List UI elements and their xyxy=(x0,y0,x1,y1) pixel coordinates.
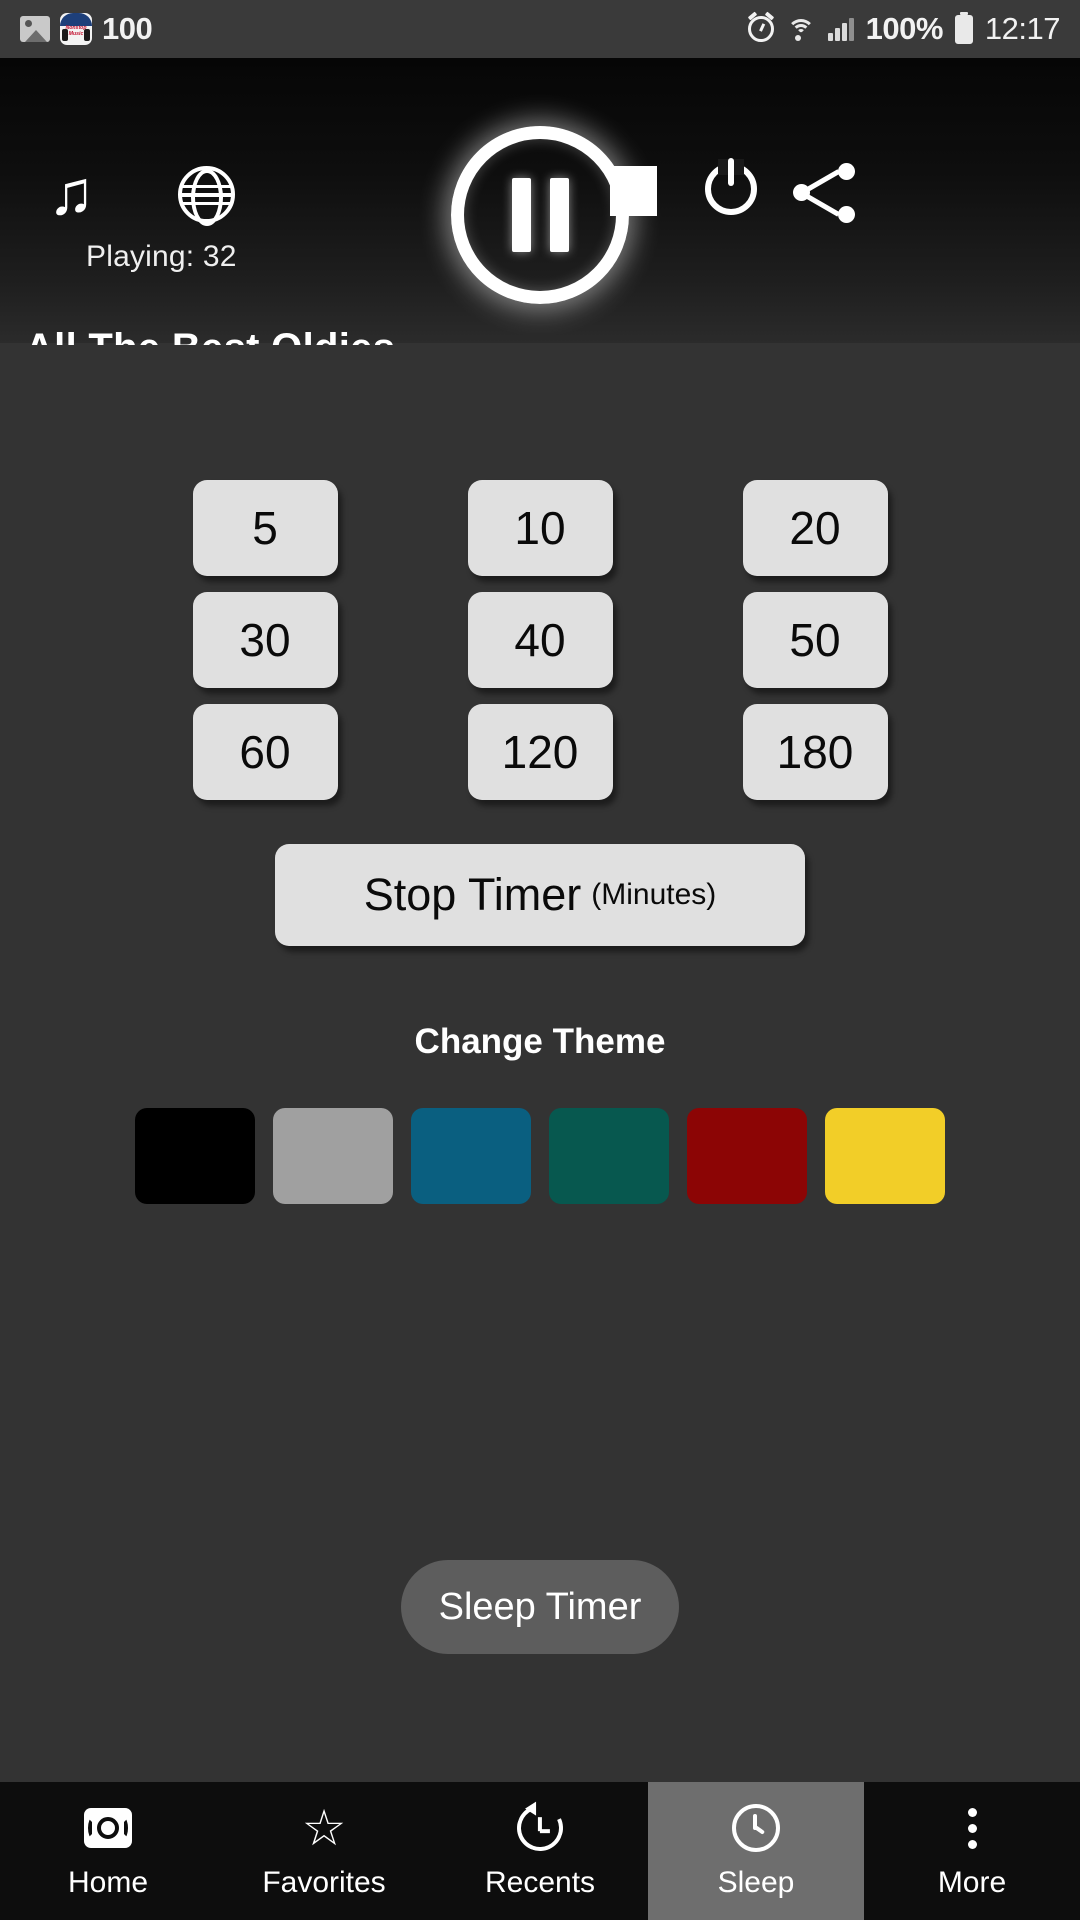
history-icon xyxy=(510,1798,570,1858)
theme-swatches xyxy=(0,1108,1080,1204)
nav-item-recents[interactable]: Recents xyxy=(432,1782,648,1920)
signal-bars-icon xyxy=(828,17,854,41)
theme-swatch-gray[interactable] xyxy=(273,1108,393,1204)
more-vertical-icon xyxy=(967,1802,977,1854)
wifi-icon xyxy=(786,17,816,41)
globe-icon[interactable] xyxy=(178,166,235,223)
battery-icon xyxy=(954,11,973,44)
battery-percent: 100% xyxy=(865,11,944,46)
alarm-icon xyxy=(748,16,775,42)
nav-item-sleep[interactable]: Sleep xyxy=(648,1782,864,1920)
nav-item-more[interactable]: More xyxy=(864,1782,1080,1920)
share-icon xyxy=(793,163,855,223)
nonstop-music-app-icon: Nonstop Music xyxy=(60,13,92,45)
sleep-timer-pill-button[interactable]: Sleep Timer xyxy=(401,1560,679,1654)
gallery-icon xyxy=(20,16,50,42)
app-icon-label-line2: Music xyxy=(68,30,84,37)
theme-swatch-blue[interactable] xyxy=(411,1108,531,1204)
timer-grid: 5 10 20 30 40 50 60 120 180 Stop Timer (… xyxy=(0,480,1080,1204)
stop-button[interactable] xyxy=(610,166,657,216)
radio-icon xyxy=(84,1802,132,1854)
star-icon: ☆ xyxy=(301,1800,347,1856)
app-icon-dome xyxy=(60,13,92,26)
notification-count: 100 xyxy=(102,11,153,46)
share-button[interactable] xyxy=(793,163,855,223)
sleep-timer-panel: 5 10 20 30 40 50 60 120 180 Stop Timer (… xyxy=(0,345,1080,1782)
stop-timer-label: Stop Timer xyxy=(363,869,582,920)
power-icon xyxy=(705,163,757,215)
status-bar-left: Nonstop Music 100 xyxy=(20,11,153,47)
nav-label-sleep: Sleep xyxy=(717,1866,795,1899)
app-icon-label: Nonstop Music xyxy=(65,25,86,37)
stop-timer-unit: (Minutes) xyxy=(591,878,717,911)
nav-item-home[interactable]: Home xyxy=(0,1782,216,1920)
timer-button-5[interactable]: 5 xyxy=(192,480,338,576)
globe-glyph xyxy=(178,166,235,223)
timer-button-30[interactable]: 30 xyxy=(192,592,338,688)
nav-label-recents: Recents xyxy=(484,1866,596,1899)
playing-status: Playing: 32 xyxy=(86,240,237,273)
stop-timer-button[interactable]: Stop Timer (Minutes) xyxy=(275,844,805,946)
theme-swatch-black[interactable] xyxy=(135,1108,255,1204)
stop-icon xyxy=(610,166,657,216)
timer-button-10[interactable]: 10 xyxy=(467,480,613,576)
timer-button-20[interactable]: 20 xyxy=(742,480,888,576)
player-controls: ♫ Playing: 32 xyxy=(0,58,1080,304)
status-bar-right: 100% 12:17 xyxy=(748,11,1061,47)
nav-item-favorites[interactable]: ☆ Favorites xyxy=(216,1782,432,1920)
bottom-navigation: Home ☆ Favorites Recents Sleep More xyxy=(0,1782,1080,1920)
status-bar: Nonstop Music 100 100% 12:17 xyxy=(0,0,1080,58)
music-note-glyph: ♫ xyxy=(48,159,95,228)
theme-swatch-yellow[interactable] xyxy=(825,1108,945,1204)
clock-icon xyxy=(732,1802,780,1854)
timer-button-60[interactable]: 60 xyxy=(192,704,338,800)
timer-button-40[interactable]: 40 xyxy=(467,592,613,688)
app-screen: Nonstop Music 100 100% 12:17 ♫ Playing: … xyxy=(0,0,1080,1920)
timer-button-120[interactable]: 120 xyxy=(467,704,613,800)
theme-swatch-green[interactable] xyxy=(549,1108,669,1204)
timer-row: 30 40 50 xyxy=(0,592,1080,688)
nav-label-more: More xyxy=(937,1866,1007,1899)
player-header: ♫ Playing: 32 Al xyxy=(0,58,1080,403)
music-note-icon[interactable]: ♫ xyxy=(48,163,95,225)
power-button[interactable] xyxy=(705,163,757,215)
timer-button-180[interactable]: 180 xyxy=(742,704,888,800)
nav-label-favorites: Favorites xyxy=(262,1866,386,1899)
timer-row: 5 10 20 xyxy=(0,480,1080,576)
timer-button-50[interactable]: 50 xyxy=(742,592,888,688)
nav-label-home: Home xyxy=(67,1866,149,1899)
timer-row: 60 120 180 xyxy=(0,704,1080,800)
pause-button[interactable] xyxy=(451,126,629,304)
pause-icon xyxy=(451,126,629,304)
change-theme-label: Change Theme xyxy=(414,1022,666,1061)
theme-swatch-red[interactable] xyxy=(687,1108,807,1204)
clock-time: 12:17 xyxy=(984,11,1061,46)
